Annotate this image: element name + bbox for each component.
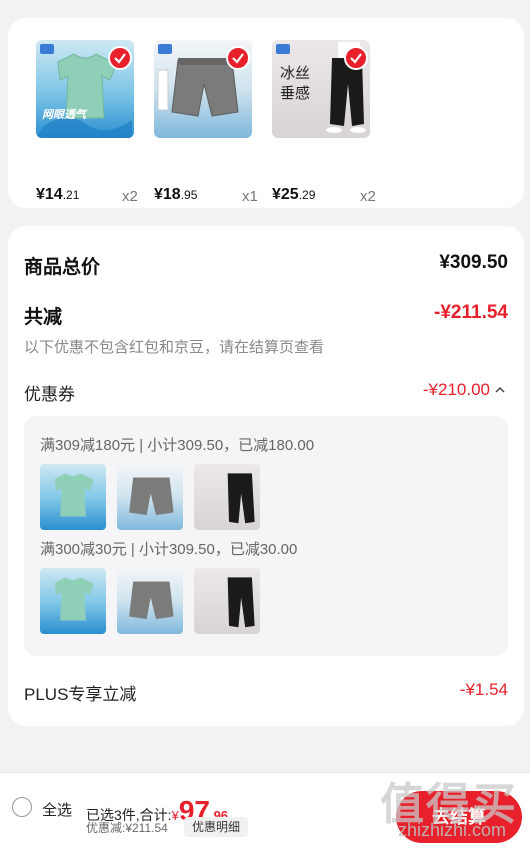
selected-check-icon[interactable] — [108, 46, 132, 70]
selected-check-icon[interactable] — [226, 46, 250, 70]
checkout-button[interactable]: 去结算 — [396, 791, 522, 843]
product-price: ¥14.21 — [36, 186, 80, 203]
coupon-item-thumbnail — [194, 568, 260, 634]
coupon-item-thumbnail — [117, 464, 183, 530]
selected-products-card: 网眼透气 ¥14.21 x2 ¥18.95 x1 冰丝垂感 ¥25.29 x2 — [8, 18, 524, 208]
price-summary-card: 商品总价 ¥309.50 共减 -¥211.54 以下优惠不包含红包和京豆，请在… — [8, 226, 524, 726]
selected-check-icon[interactable] — [344, 46, 368, 70]
product-overlay-text: 冰丝垂感 — [280, 65, 311, 102]
product-overlay-text: 网眼透气 — [42, 109, 86, 121]
product-quantity: x1 — [242, 188, 258, 205]
product-quantity: x2 — [360, 188, 376, 205]
coupon-label: 优惠券 — [24, 385, 75, 404]
product-item[interactable]: 冰丝垂感 ¥25.29 x2 — [272, 40, 376, 205]
discount-note: 以下优惠不包含红包和京豆，请在结算页查看 — [24, 339, 325, 356]
total-price-value: ¥309.50 — [439, 252, 508, 273]
coupon-item-thumbnail — [117, 568, 183, 634]
product-thumbnail-shorts[interactable] — [154, 40, 252, 138]
checkout-bar: 全选 已选3件,合计:¥97.96 优惠减:¥211.54 优惠明细 去结算 — [0, 772, 530, 849]
plus-discount-label: PLUS专享立减 — [24, 685, 137, 704]
total-price-label: 商品总价 — [24, 257, 101, 278]
brand-logo-icon — [158, 44, 172, 54]
coupon-details-box: 满309减180元 | 小计309.50，已减180.00 满300减30元 |… — [24, 416, 508, 656]
coupon-group-title: 满309减180元 | 小计309.50，已减180.00 — [40, 437, 315, 454]
product-item[interactable]: ¥18.95 x1 — [154, 40, 258, 205]
plus-discount-value: -¥1.54 — [459, 680, 508, 699]
product-thumbnail-pants[interactable]: 冰丝垂感 — [272, 40, 370, 138]
total-reduce-value: -¥211.54 — [434, 302, 508, 323]
discount-detail-button[interactable]: 优惠明细 — [184, 817, 249, 837]
coupon-toggle[interactable]: -¥210.00 — [423, 380, 506, 400]
product-item[interactable]: 网眼透气 ¥14.21 x2 — [36, 40, 138, 205]
chevron-up-icon — [495, 386, 505, 393]
product-thumbnail-tshirt[interactable]: 网眼透气 — [36, 40, 134, 138]
select-all-label[interactable]: 全选 — [42, 799, 72, 820]
total-reduce-label: 共减 — [24, 307, 63, 328]
coupon-value: -¥210.00 — [422, 380, 490, 399]
product-quantity: x2 — [122, 188, 138, 205]
coupon-group-title: 满300减30元 | 小计309.50，已减30.00 — [40, 541, 298, 558]
coupon-item-thumbnail — [40, 464, 106, 530]
brand-logo-icon — [40, 44, 54, 54]
discount-amount: 优惠减:¥211.54 — [86, 821, 168, 835]
select-all-radio[interactable] — [12, 797, 32, 817]
coupon-item-thumbnail — [40, 568, 106, 634]
brand-logo-icon — [276, 44, 290, 54]
coupon-item-thumbnail — [194, 464, 260, 530]
